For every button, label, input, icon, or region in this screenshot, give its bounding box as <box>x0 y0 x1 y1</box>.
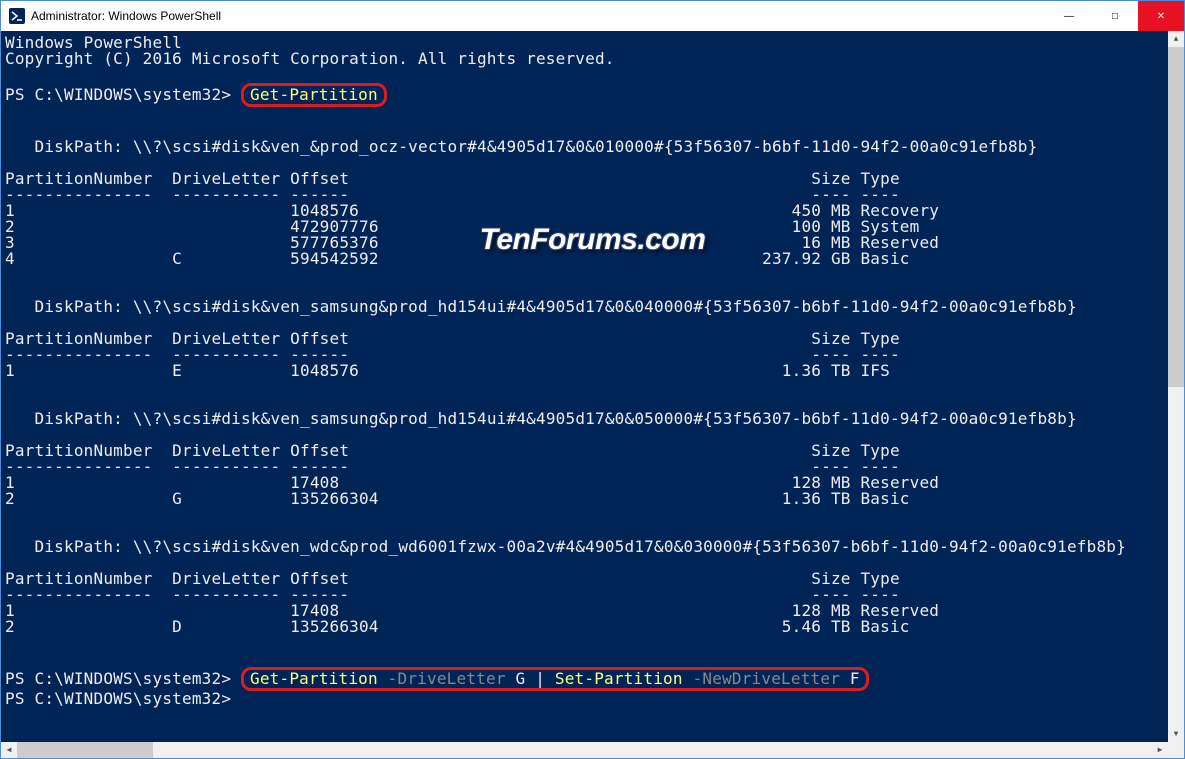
cmd2-set-partition: Set-Partition <box>555 669 683 688</box>
cmd2-param-newdriveletter: -NewDriveLetter <box>693 669 841 688</box>
scroll-up-button[interactable]: ▲ <box>1168 31 1184 47</box>
table-row-2-1: 2 G 135266304 1.36 TB Basic <box>5 489 910 508</box>
vertical-scrollbar[interactable]: ▲ ▼ <box>1168 31 1184 742</box>
window-controls: — □ ✕ <box>1046 1 1184 31</box>
diskpath-value-0: \\?\scsi#disk&ven_&prod_ocz-vector#4&490… <box>133 137 1038 156</box>
maximize-button[interactable]: □ <box>1092 1 1138 31</box>
cmd2-get-partition: Get-Partition <box>250 669 378 688</box>
diskpath-value-3: \\?\scsi#disk&ven_wdc&prod_wd6001fzwx-00… <box>133 537 1126 556</box>
scrollbar-corner <box>1168 742 1184 758</box>
titlebar-left: Administrator: Windows PowerShell <box>1 8 221 24</box>
watermark-text: TenForums.com <box>480 223 706 257</box>
minimize-button[interactable]: — <box>1046 1 1092 31</box>
cmd2-pipe: | <box>535 669 545 688</box>
highlight-box-2: Get-Partition -DriveLetter G | Set-Parti… <box>241 667 869 691</box>
scroll-thumb-v[interactable] <box>1168 47 1184 387</box>
titlebar[interactable]: Administrator: Windows PowerShell — □ ✕ <box>1 1 1184 31</box>
prompt-3: PS C:\WINDOWS\system32> <box>5 689 231 708</box>
highlight-box-1: Get-Partition <box>241 83 387 107</box>
command-get-partition: Get-Partition <box>250 85 378 104</box>
diskpath-label-0: DiskPath: <box>35 137 124 156</box>
scroll-track-h[interactable] <box>17 742 1152 758</box>
horizontal-scrollbar[interactable]: ◀ ▶ <box>1 742 1168 758</box>
scroll-track-v[interactable] <box>1168 47 1184 726</box>
scroll-left-button[interactable]: ◀ <box>1 742 17 758</box>
scroll-down-button[interactable]: ▼ <box>1168 726 1184 742</box>
table-row-1-0: 1 E 1048576 1.36 TB IFS <box>5 361 890 380</box>
banner-line-2: Copyright (C) 2016 Microsoft Corporation… <box>5 49 615 68</box>
close-button[interactable]: ✕ <box>1138 1 1184 31</box>
prompt-1: PS C:\WINDOWS\system32> <box>5 85 231 104</box>
cmd2-arg-g: G <box>516 669 526 688</box>
powershell-icon <box>9 8 25 24</box>
diskpath-label-3: DiskPath: <box>35 537 124 556</box>
window-title: Administrator: Windows PowerShell <box>31 9 221 23</box>
scroll-right-button[interactable]: ▶ <box>1152 742 1168 758</box>
scroll-thumb-h[interactable] <box>17 742 153 758</box>
table-row-3-1: 2 D 135266304 5.46 TB Basic <box>5 617 910 636</box>
diskpath-label-1: DiskPath: <box>35 297 124 316</box>
diskpath-value-2: \\?\scsi#disk&ven_samsung&prod_hd154ui#4… <box>133 409 1077 428</box>
cmd2-arg-f: F <box>850 669 860 688</box>
prompt-2: PS C:\WINDOWS\system32> <box>5 669 231 688</box>
diskpath-value-1: \\?\scsi#disk&ven_samsung&prod_hd154ui#4… <box>133 297 1077 316</box>
table-row-0-3: 4 C 594542592 237.92 GB Basic <box>5 249 910 268</box>
console-area: Windows PowerShell Copyright (C) 2016 Mi… <box>1 31 1184 758</box>
console-output[interactable]: Windows PowerShell Copyright (C) 2016 Mi… <box>1 31 1168 742</box>
cmd2-param-driveletter: -DriveLetter <box>388 669 506 688</box>
powershell-window: Administrator: Windows PowerShell — □ ✕ … <box>0 0 1185 759</box>
diskpath-label-2: DiskPath: <box>35 409 124 428</box>
